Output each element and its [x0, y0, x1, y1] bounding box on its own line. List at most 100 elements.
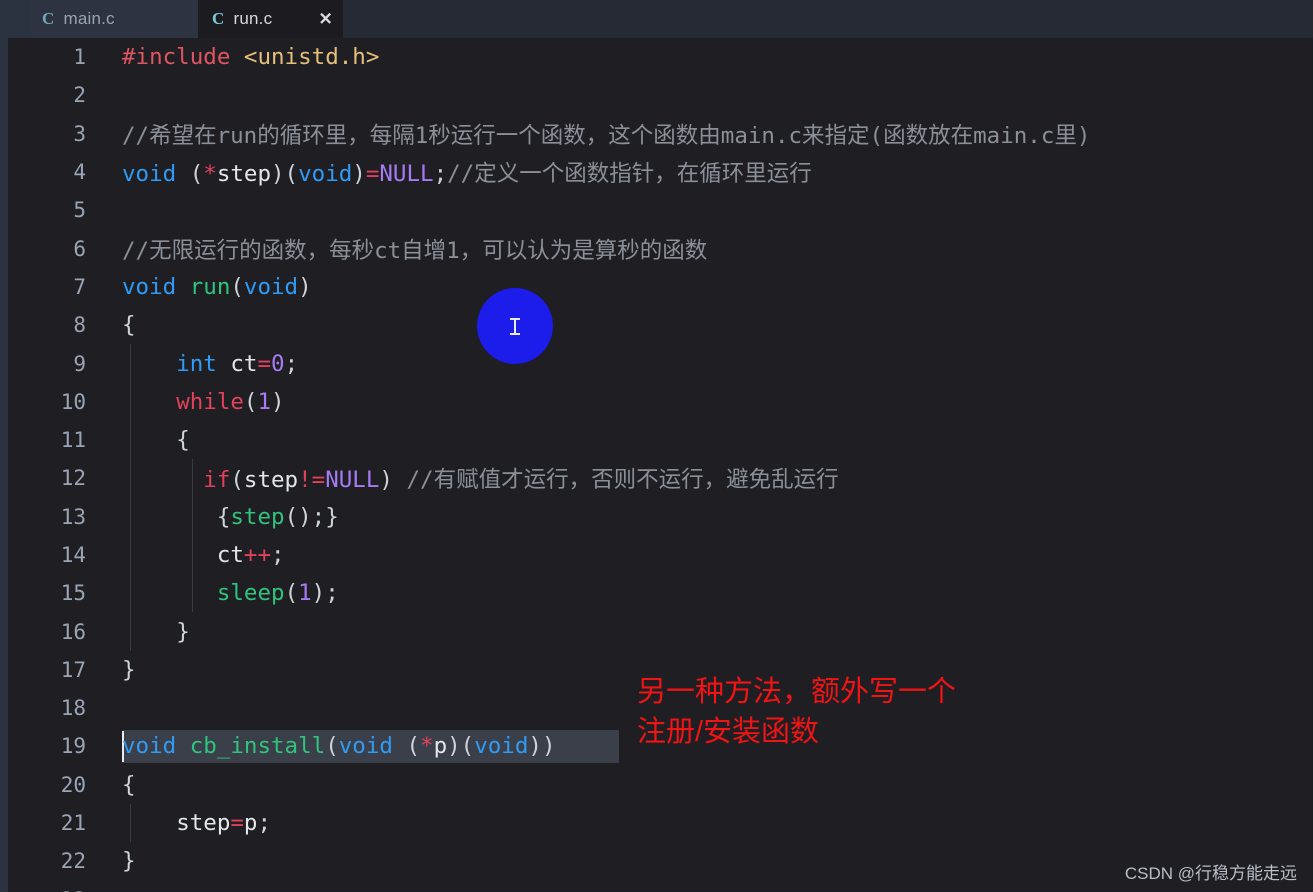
code-token: (	[392, 733, 421, 760]
code-token: void	[122, 273, 177, 300]
code-line[interactable]: 11 {	[8, 420, 1313, 460]
close-icon[interactable]: ✕	[319, 11, 333, 28]
line-number: 19	[60, 734, 86, 759]
code-token: )	[352, 161, 366, 188]
code-line[interactable]: 22}	[8, 842, 1313, 880]
code-token: 0	[271, 350, 285, 377]
code-token: );	[311, 580, 339, 607]
code-line[interactable]: 3 //希望在run的循环里，每隔1秒运行一个函数，这个函数由main.c来指定(…	[8, 115, 1313, 153]
code-line[interactable]: 20 {	[8, 766, 1313, 804]
line-number: 6	[73, 236, 86, 261]
line-number: 4	[73, 160, 86, 185]
code-text: if(step!=NULL) //有赋值才运行，否则不运行，避免乱运行	[122, 462, 839, 494]
code-token: }	[122, 848, 136, 875]
code-text: sleep(1);	[122, 580, 339, 606]
code-line[interactable]: 15 sleep(1);	[8, 574, 1313, 613]
tab-main-c[interactable]: C main.c	[28, 0, 198, 38]
line-number: 12	[60, 466, 86, 491]
code-text: while(1)	[122, 388, 284, 415]
code-line[interactable]: 21 step=p;	[8, 803, 1313, 843]
line-number: 16	[60, 619, 86, 644]
code-token: //有赋值才运行，否则不运行，避免乱运行	[406, 467, 839, 494]
code-token: void	[122, 733, 177, 760]
code-token: sleep	[216, 580, 285, 607]
code-line[interactable]: 13 {step();}	[8, 497, 1313, 536]
line-number: 18	[60, 696, 86, 721]
code-line[interactable]: 8{	[8, 306, 1313, 344]
code-text: }	[122, 657, 136, 683]
line-number: 13	[60, 504, 86, 529]
code-token: }	[122, 656, 136, 683]
code-line[interactable]: 16 }	[8, 612, 1313, 651]
code-token: *	[203, 161, 217, 188]
editor-tab-bar: C main.c C run.c ✕	[0, 0, 1313, 38]
code-token: )	[379, 467, 393, 494]
code-token: run	[189, 273, 231, 300]
code-token: (	[284, 580, 299, 607]
code-token: //希望在run的循环里，每隔1秒运行一个函数，这个函数由main.c来指定(函…	[122, 122, 1091, 149]
code-line[interactable]: 23	[8, 881, 1313, 892]
line-number: 8	[73, 313, 86, 338]
code-token: NULL	[379, 161, 434, 188]
code-line[interactable]: 9 int ct=0;	[8, 344, 1313, 383]
code-token: void	[122, 161, 177, 188]
code-token: ))	[528, 733, 556, 760]
c-file-icon: C	[42, 9, 55, 28]
annotation-line-1: 另一种方法，额外写一个	[637, 676, 957, 708]
code-line[interactable]: 2	[8, 76, 1313, 114]
code-token: }	[176, 618, 190, 645]
code-token: p	[243, 810, 258, 837]
code-token: (	[243, 388, 258, 415]
code-line[interactable]: 4 void (*step)(void)=NULL;//定义一个函数指针，在循环里…	[8, 153, 1313, 191]
code-text: }	[122, 848, 136, 874]
activity-bar-strip	[0, 0, 8, 892]
code-token: NULL	[325, 467, 380, 494]
tab-label: run.c	[233, 9, 273, 28]
line-number: 15	[60, 581, 86, 606]
code-token: while	[176, 388, 244, 415]
code-line[interactable]: 6 //无限运行的函数，每秒ct自增1，可以认为是算秒的函数	[8, 229, 1313, 267]
code-text: step=p;	[122, 810, 271, 836]
code-line[interactable]: 12 if(step!=NULL) //有赋值才运行，否则不运行，避免乱运行	[8, 459, 1313, 498]
code-token: 1	[257, 388, 272, 415]
line-number: 17	[60, 657, 86, 682]
code-token: {	[216, 503, 231, 530]
line-number: 7	[73, 274, 86, 299]
code-token: //定义一个函数指针，在循环里运行	[447, 161, 812, 188]
line-number: 22	[60, 849, 86, 874]
tab-run-c[interactable]: C run.c ✕	[198, 0, 343, 38]
code-token: step	[216, 161, 272, 188]
code-text: #include <unistd.h>	[122, 44, 379, 70]
red-annotation-overlay: 另一种方法，额外写一个 注册/安装函数	[637, 672, 956, 752]
watermark: CSDN @行稳方能走远	[1124, 864, 1297, 883]
code-token: int	[176, 350, 217, 377]
code-token: void	[298, 161, 353, 188]
code-line[interactable]: 1 #include <unistd.h>	[8, 38, 1313, 76]
line-number: 14	[60, 543, 86, 567]
code-token: ct	[230, 350, 258, 377]
line-number: 1	[73, 45, 86, 70]
code-token: ();}	[284, 503, 339, 530]
code-line[interactable]: 10 while(1)	[8, 382, 1313, 421]
code-token: <unistd.h>	[243, 44, 380, 71]
code-text: {	[122, 312, 136, 338]
code-line[interactable]: 14 ct++;	[8, 535, 1313, 575]
code-token: void	[243, 273, 299, 300]
code-text: //无限运行的函数，每秒ct自增1，可以认为是算秒的函数	[122, 233, 707, 265]
code-text: int ct=0;	[122, 351, 298, 377]
c-file-icon: C	[212, 9, 225, 28]
code-token: (	[230, 467, 244, 494]
code-token: {	[176, 427, 190, 454]
code-line[interactable]: 7 void run(void)	[8, 268, 1313, 306]
code-editor-area[interactable]: 1 #include <unistd.h> 2 3//希望在run的循环里，每隔1秒运…	[8, 38, 1313, 892]
code-line[interactable]: 5	[8, 191, 1313, 229]
code-text: void run(void)	[122, 274, 312, 300]
line-number: 3	[73, 121, 86, 146]
code-token: ;	[271, 542, 285, 568]
